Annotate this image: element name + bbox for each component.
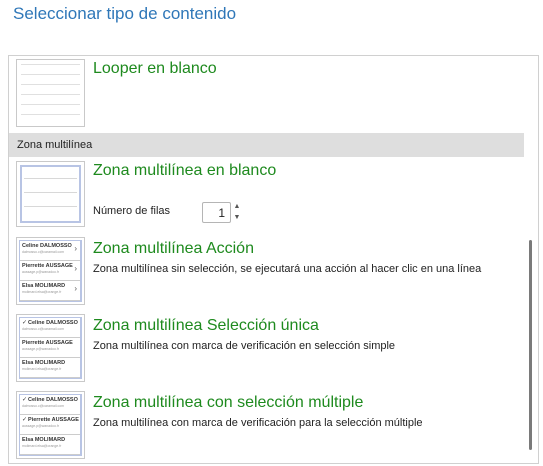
check-icon: ✓ [22,320,28,326]
preview-row: ✓Celine DALMOSSO dalmosso.c@caramail.com [20,318,80,338]
chevron-right-icon: › [74,264,77,273]
rows-count-label: Número de filas [93,205,171,217]
item-multiline-single-select[interactable]: ✓Celine DALMOSSO dalmosso.c@caramail.com… [9,313,524,388]
stepper-down-icon[interactable]: ▼ [232,213,242,223]
content-type-list: Looper en blanco Zona multilínea Zona mu… [8,55,539,464]
rows-count-value: 1 [218,206,225,220]
item-multiline-action[interactable]: Celine DALMOSSO dalmosso.c@caramail.com … [9,236,524,311]
item-looper-blank[interactable]: Looper en blanco [9,56,524,132]
dialog-title: Seleccionar tipo de contenido [13,4,237,23]
multiline-multi-title: Zona multilínea con selección múltiple [93,394,364,411]
looper-blank-thumbnail [16,59,85,127]
preview-row: ✓Celine DALMOSSO dalmosso.c@caramail.com [20,395,80,415]
vertical-scrollbar[interactable] [525,56,538,463]
section-header-multiline: Zona multilínea [9,133,524,157]
multiline-blank-title: Zona multilínea en blanco [93,162,277,179]
multiline-single-description: Zona multilínea con marca de verificació… [93,340,396,352]
multiline-action-title: Zona multilínea Acción [93,240,254,257]
preview-row: Elsa MOLIMARD molimard.elsa@orange.fr [20,435,80,455]
preview-row: Pierrette AUSSAGE aussage.p@wanadoo.fr › [20,261,80,281]
rows-count-input[interactable]: 1 [202,202,231,223]
multiline-single-title: Zona multilínea Selección única [93,317,319,334]
item-multiline-blank[interactable]: Zona multilínea en blanco [9,159,524,233]
preview-row: Elsa MOLIMARD molimard.elsa@orange.fr › [20,281,80,301]
multiline-action-description: Zona multilínea sin selección, se ejecut… [93,263,482,275]
preview-row: ✓Pierrette AUSSAGE aussage.p@wanadoo.fr [20,415,80,435]
rows-count-stepper[interactable]: 1 ▲ ▼ [202,202,240,223]
scrollbar-thumb[interactable] [529,240,532,450]
check-icon: ✓ [22,417,28,423]
looper-blank-title: Looper en blanco [93,60,217,77]
preview-row: Celine DALMOSSO dalmosso.c@caramail.com … [20,241,80,261]
preview-row: Pierrette AUSSAGE aussage.p@wanadoo.fr [20,338,80,358]
check-icon: ✓ [22,397,28,403]
chevron-right-icon: › [74,244,77,253]
multiline-multi-thumbnail: ✓Celine DALMOSSO dalmosso.c@caramail.com… [16,391,85,459]
multiline-single-thumbnail: ✓Celine DALMOSSO dalmosso.c@caramail.com… [16,314,85,382]
preview-row: Elsa MOLIMARD molimard.elsa@orange.fr [20,358,80,378]
multiline-multi-description: Zona multilínea con marca de verificació… [93,417,423,429]
multiline-blank-thumbnail [16,161,85,227]
stepper-up-icon[interactable]: ▲ [232,202,242,212]
chevron-right-icon: › [74,284,77,293]
item-multiline-multi-select[interactable]: ✓Celine DALMOSSO dalmosso.c@caramail.com… [9,390,524,463]
multiline-action-thumbnail: Celine DALMOSSO dalmosso.c@caramail.com … [16,237,85,305]
